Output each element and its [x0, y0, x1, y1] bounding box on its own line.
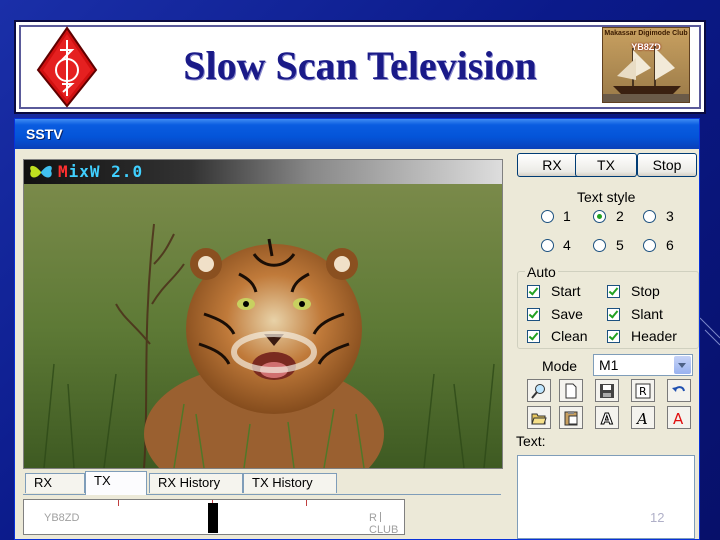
open-folder-icon [531, 413, 547, 425]
strip-callsign: YB8ZD [44, 512, 80, 524]
svg-text:R: R [639, 385, 647, 398]
auto-slant-label: Slant [631, 306, 663, 322]
auto-header-label: Header [631, 328, 677, 344]
font-color-icon: A [673, 410, 684, 426]
style-radio-1-label: 1 [563, 208, 571, 224]
magnifier-icon [531, 384, 545, 399]
undo-button[interactable] [667, 379, 691, 402]
sstv-window: SSTV MixW 2.0 RX TX RX History TX Histor… [14, 118, 700, 540]
font-italic-button[interactable]: A [631, 406, 655, 429]
auto-header-checkbox[interactable] [607, 330, 620, 343]
tab-tx[interactable]: TX [85, 471, 147, 495]
svg-text:A: A [601, 410, 613, 426]
font-outline-icon: A [601, 410, 614, 426]
tab-rx[interactable]: RX [25, 473, 85, 493]
style-radio-1[interactable] [541, 210, 554, 223]
auto-save-checkbox[interactable] [527, 308, 540, 321]
strip-marker [118, 500, 119, 506]
clipboard-button[interactable] [559, 406, 583, 429]
style-radio-5-label: 5 [616, 237, 624, 253]
ship-icon [603, 46, 689, 102]
mode-select-value: M1 [599, 357, 619, 373]
auto-slant-checkbox[interactable] [607, 308, 620, 321]
clipboard-icon [564, 411, 578, 426]
auto-group-label: Auto [525, 264, 558, 280]
page-number: 12 [650, 510, 665, 525]
auto-stop-checkbox[interactable] [607, 285, 620, 298]
style-radio-4[interactable] [541, 239, 554, 252]
stop-button[interactable]: Stop [637, 153, 697, 177]
font-italic-icon: A [635, 410, 648, 426]
style-radio-4-label: 4 [563, 237, 571, 253]
tiger-photo [24, 184, 502, 468]
auto-save-label: Save [551, 306, 583, 322]
tx-button[interactable]: TX [575, 153, 637, 177]
text-frame-icon: R [635, 383, 651, 399]
save-button[interactable] [595, 379, 619, 402]
open-button[interactable] [527, 406, 551, 429]
text-style-label: Text style [577, 189, 636, 205]
mixw-title-rest: ixW 2.0 [68, 162, 144, 181]
sstv-image-panel: MixW 2.0 [23, 159, 503, 469]
font-color-button[interactable]: A [667, 406, 691, 429]
tab-tx-history[interactable]: TX History [243, 473, 337, 493]
text-frame-button[interactable]: R [631, 379, 655, 402]
chevron-down-icon[interactable] [674, 356, 691, 374]
style-radio-2-label: 2 [616, 208, 624, 224]
tab-rx-history[interactable]: RX History [149, 473, 243, 493]
auto-stop-label: Stop [631, 283, 660, 299]
new-button[interactable] [559, 379, 583, 402]
style-radio-2[interactable] [593, 210, 606, 223]
strip-club: R CLUB [369, 512, 399, 535]
slide-header: Slow Scan Television Makassar Digimode C… [14, 20, 706, 114]
new-document-icon [565, 383, 577, 399]
strip-cursor [208, 503, 218, 533]
club-logo: Makassar Digimode Club YB8ZD [602, 27, 690, 103]
strip-marker [306, 500, 307, 506]
style-radio-6-label: 6 [666, 237, 674, 253]
svg-text:A: A [673, 410, 684, 426]
window-titlebar[interactable]: SSTV [15, 119, 699, 149]
undo-icon [672, 386, 685, 392]
orari-logo [36, 26, 98, 108]
auto-clean-label: Clean [551, 328, 588, 344]
mixw-title: MixW 2.0 [58, 162, 143, 181]
style-radio-3-label: 3 [666, 208, 674, 224]
auto-start-label: Start [551, 283, 581, 299]
style-radio-6[interactable] [643, 239, 656, 252]
svg-text:A: A [635, 410, 648, 426]
font-outline-button[interactable]: A [595, 406, 619, 429]
auto-start-checkbox[interactable] [527, 285, 540, 298]
mode-label: Mode [542, 358, 578, 374]
mixw-banner: MixW 2.0 [24, 160, 502, 184]
zoom-button[interactable] [527, 379, 551, 402]
text-input[interactable] [517, 455, 695, 539]
style-radio-5[interactable] [593, 239, 606, 252]
mode-select[interactable]: M1 [593, 354, 693, 376]
floppy-disk-icon [600, 384, 614, 398]
slide-title: Slow Scan Television [183, 43, 537, 88]
style-radio-3[interactable] [643, 210, 656, 223]
window-title: SSTV [26, 126, 63, 142]
butterfly-icon [30, 165, 52, 178]
auto-clean-checkbox[interactable] [527, 330, 540, 343]
mixw-title-first: M [58, 162, 69, 181]
transmit-strip: YB8ZD R CLUB [23, 499, 405, 535]
image-tabs: RX TX RX History TX History [23, 471, 501, 495]
text-label: Text: [516, 433, 546, 449]
